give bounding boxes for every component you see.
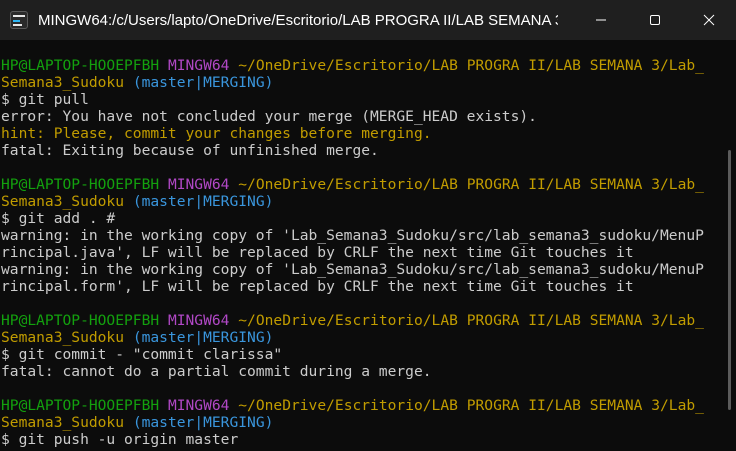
mingw-app-icon — [10, 11, 28, 29]
output-text: fatal: Exiting because of unfinished mer… — [1, 142, 379, 159]
output-line: hint: Please, commit your changes before… — [1, 125, 736, 142]
title-bar[interactable]: MINGW64:/c/Users/lapto/OneDrive/Escritor… — [0, 0, 736, 40]
prompt-path-cont: Semana3_Sudoku — [1, 414, 125, 431]
prompt-branch: (master|MERGING) — [132, 329, 274, 346]
prompt-line: HP@LAPTOP-HOOEPFBH MINGW64 ~/OneDrive/Es… — [1, 57, 736, 74]
output-text: rincipal.form', LF will be replaced by C… — [1, 278, 634, 295]
command-line: $ git push -u origin master — [1, 431, 736, 448]
prompt-env: MINGW64 — [167, 312, 230, 329]
prompt-line-cont: Semana3_Sudoku (master|MERGING) — [1, 74, 736, 91]
prompt-branch: (master|MERGING) — [132, 193, 274, 210]
prompt-line-cont: Semana3_Sudoku (master|MERGING) — [1, 414, 736, 431]
prompt-line-cont: Semana3_Sudoku (master|MERGING) — [1, 193, 736, 210]
prompt-user: HP@LAPTOP-HOOEPFBH — [1, 57, 160, 74]
prompt-env: MINGW64 — [167, 176, 230, 193]
output-line: warning: in the working copy of 'Lab_Sem… — [1, 227, 736, 244]
output-text: warning: in the working copy of 'Lab_Sem… — [1, 261, 704, 278]
output-line: rincipal.form', LF will be replaced by C… — [1, 278, 736, 295]
prompt-user: HP@LAPTOP-HOOEPFBH — [1, 176, 160, 193]
command-text: $ git add . # — [1, 210, 116, 227]
output-text: error: You have not concluded your merge… — [1, 108, 537, 125]
command-line: $ git pull — [1, 91, 736, 108]
output-text: fatal: cannot do a partial commit during… — [1, 363, 432, 380]
command-line: $ git add . # — [1, 210, 736, 227]
command-line: $ git commit - "commit clarissa" — [1, 346, 736, 363]
prompt-path-cont: Semana3_Sudoku — [1, 329, 125, 346]
command-text: $ git push -u origin master — [1, 431, 239, 448]
command-text: $ git pull — [1, 91, 89, 108]
prompt-line: HP@LAPTOP-HOOEPFBH MINGW64 ~/OneDrive/Es… — [1, 176, 736, 193]
prompt-env: MINGW64 — [167, 57, 230, 74]
prompt-user: HP@LAPTOP-HOOEPFBH — [1, 397, 160, 414]
window-controls — [574, 0, 736, 40]
prompt-path: ~/OneDrive/Escritorio/LAB PROGRA II/LAB … — [238, 176, 704, 193]
output-text: rincipal.java', LF will be replaced by C… — [1, 244, 634, 261]
prompt-user: HP@LAPTOP-HOOEPFBH — [1, 312, 160, 329]
terminal-window: MINGW64:/c/Users/lapto/OneDrive/Escritor… — [0, 0, 736, 451]
prompt-path: ~/OneDrive/Escritorio/LAB PROGRA II/LAB … — [238, 57, 704, 74]
close-icon — [703, 14, 715, 26]
prompt-line-cont: Semana3_Sudoku (master|MERGING) — [1, 329, 736, 346]
output-line: warning: in the working copy of 'Lab_Sem… — [1, 261, 736, 278]
prompt-path: ~/OneDrive/Escritorio/LAB PROGRA II/LAB … — [238, 312, 704, 329]
prompt-line: HP@LAPTOP-HOOEPFBH MINGW64 ~/OneDrive/Es… — [1, 312, 736, 329]
prompt-env: MINGW64 — [167, 397, 230, 414]
prompt-path: ~/OneDrive/Escritorio/LAB PROGRA II/LAB … — [238, 397, 704, 414]
terminal-output[interactable]: HP@LAPTOP-HOOEPFBH MINGW64 ~/OneDrive/Es… — [0, 40, 736, 451]
window-title: MINGW64:/c/Users/lapto/OneDrive/Escritor… — [38, 11, 558, 29]
output-line: fatal: Exiting because of unfinished mer… — [1, 142, 736, 159]
output-text: hint: Please, commit your changes before… — [1, 125, 432, 142]
maximize-button[interactable] — [628, 0, 682, 40]
output-line: error: You have not concluded your merge… — [1, 108, 736, 125]
close-button[interactable] — [682, 0, 736, 40]
prompt-line: HP@LAPTOP-HOOEPFBH MINGW64 ~/OneDrive/Es… — [1, 397, 736, 414]
prompt-path-cont: Semana3_Sudoku — [1, 193, 125, 210]
scrollbar[interactable] — [728, 150, 731, 410]
minimize-icon — [596, 19, 606, 21]
minimize-button[interactable] — [574, 0, 628, 40]
maximize-icon — [650, 15, 660, 25]
output-line: fatal: cannot do a partial commit during… — [1, 363, 736, 380]
command-text: $ git commit - "commit clarissa" — [1, 346, 283, 363]
prompt-branch: (master|MERGING) — [132, 74, 274, 91]
output-line: rincipal.java', LF will be replaced by C… — [1, 244, 736, 261]
prompt-branch: (master|MERGING) — [132, 414, 274, 431]
prompt-path-cont: Semana3_Sudoku — [1, 74, 125, 91]
output-text: warning: in the working copy of 'Lab_Sem… — [1, 227, 704, 244]
